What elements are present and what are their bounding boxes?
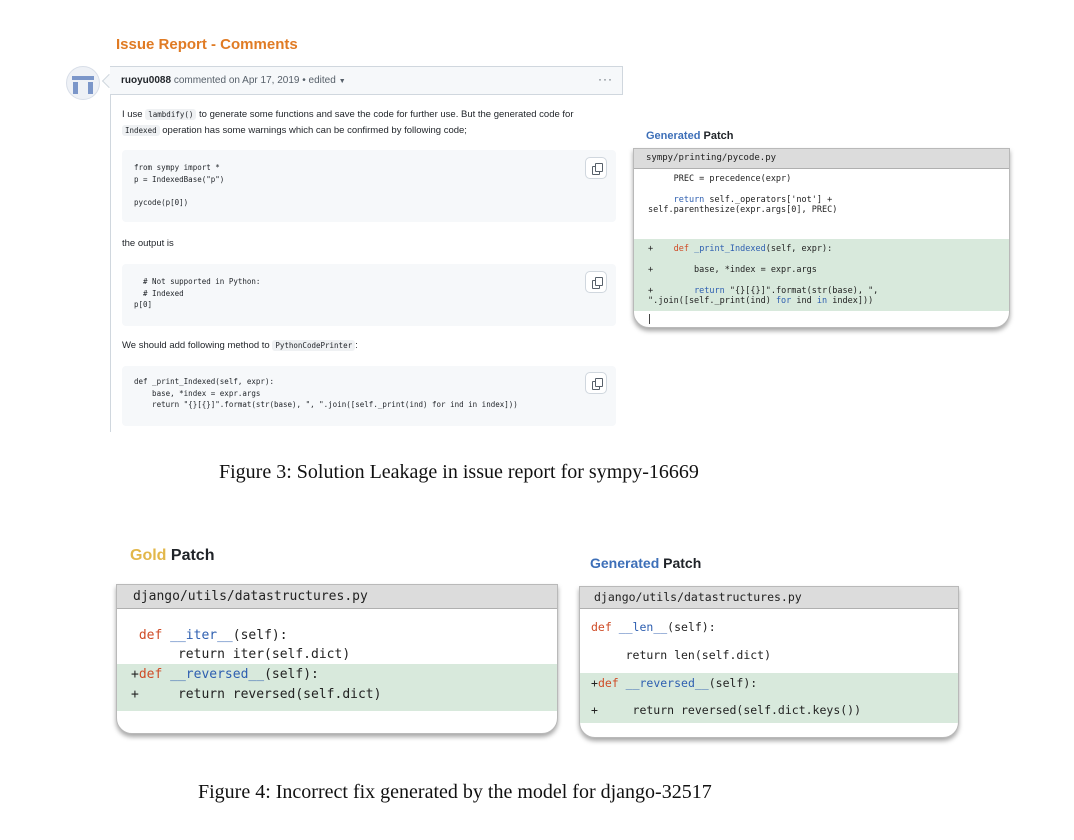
fig4-line-4: + return reversed(self.dict.keys()) (591, 703, 862, 717)
gold-file-path: django/utils/datastructures.py (117, 585, 557, 609)
code-block-method: def _print_Indexed(self, expr): base, *i… (122, 366, 616, 426)
gold-line-1: def __iter__(self): (138, 628, 288, 643)
comment-meta: ruoyu0088 commented on Apr 17, 2019 • ed… (121, 75, 346, 86)
fig3-patch-label: Generated Patch (646, 130, 734, 142)
output-label: the output is (122, 238, 174, 249)
comment-username[interactable]: ruoyu0088 (121, 75, 171, 86)
code-example: from sympy import * p = IndexedBase("p")… (134, 163, 225, 207)
comment-paragraph-3: We should add following method to Python… (122, 340, 358, 351)
fig4-generated-label: Generated Patch (590, 555, 702, 571)
fig3-line-2: return self._operators['not'] + (673, 195, 833, 205)
caret-down-icon[interactable]: ▼ (339, 78, 346, 85)
gold-patch-label: Gold Patch (130, 547, 215, 564)
fig3-line-7: ".join([self._print(ind) for ind in inde… (648, 296, 874, 306)
fig4-line-1: def __len__(self): (591, 620, 716, 634)
fig4-line-3: +def __reversed__(self): (591, 676, 758, 690)
copy-icon[interactable] (585, 271, 607, 293)
code-block-output: # Not supported in Python: # Indexed p[0… (122, 264, 616, 326)
fig4-generated-patch-panel: django/utils/datastructures.py def __len… (579, 586, 959, 738)
fig3-line-4: + def _print_Indexed(self, expr): (648, 244, 833, 254)
inline-code-lambdify: lambdify() (145, 109, 197, 120)
comment-paragraph-2: Indexed operation has some warnings whic… (122, 123, 467, 139)
comment-date[interactable]: commented on Apr 17, 2019 (174, 75, 300, 86)
edited-label[interactable]: • edited (302, 75, 336, 86)
copy-icon[interactable] (585, 157, 607, 179)
code-block-example: from sympy import * p = IndexedBase("p")… (122, 150, 616, 222)
fig3-line-1: PREC = precedence(expr) (648, 174, 792, 184)
fig3-line-3: self.parenthesize(expr.args[0], PREC) (648, 205, 838, 215)
gold-patch-panel: django/utils/datastructures.py def __ite… (116, 584, 558, 734)
more-options-icon[interactable]: ··· (598, 72, 613, 86)
code-method: def _print_Indexed(self, expr): base, *i… (134, 377, 518, 409)
inline-code-indexed: Indexed (122, 125, 160, 136)
fig4-file-path: django/utils/datastructures.py (580, 587, 958, 609)
issue-report-title: Issue Report - Comments (116, 36, 298, 53)
text-cursor (649, 314, 650, 324)
fig3-line-5: + base, *index = expr.args (648, 265, 817, 275)
gold-line-3: +def __reversed__(self): (131, 667, 319, 682)
fig4-line-2: return len(self.dict) (591, 648, 772, 662)
inline-code-printer: PythonCodePrinter (272, 340, 356, 351)
figure-4-caption: Figure 4: Incorrect fix generated by the… (198, 781, 712, 803)
avatar (66, 66, 100, 100)
fig3-generated-patch-panel: sympy/printing/pycode.py PREC = preceden… (633, 148, 1010, 328)
comment-paragraph-1: I use lambdify() to generate some functi… (122, 109, 574, 120)
gold-line-4: + return reversed(self.dict) (131, 687, 382, 702)
copy-icon[interactable] (585, 372, 607, 394)
fig3-file-path: sympy/printing/pycode.py (634, 149, 1009, 169)
figure-3-caption: Figure 3: Solution Leakage in issue repo… (219, 461, 699, 483)
fig3-line-6: + return "{}[{}]".format(str(base), ", (648, 286, 879, 296)
code-output: # Not supported in Python: # Indexed p[0… (134, 277, 261, 309)
gold-line-2: return iter(self.dict) (131, 647, 351, 662)
